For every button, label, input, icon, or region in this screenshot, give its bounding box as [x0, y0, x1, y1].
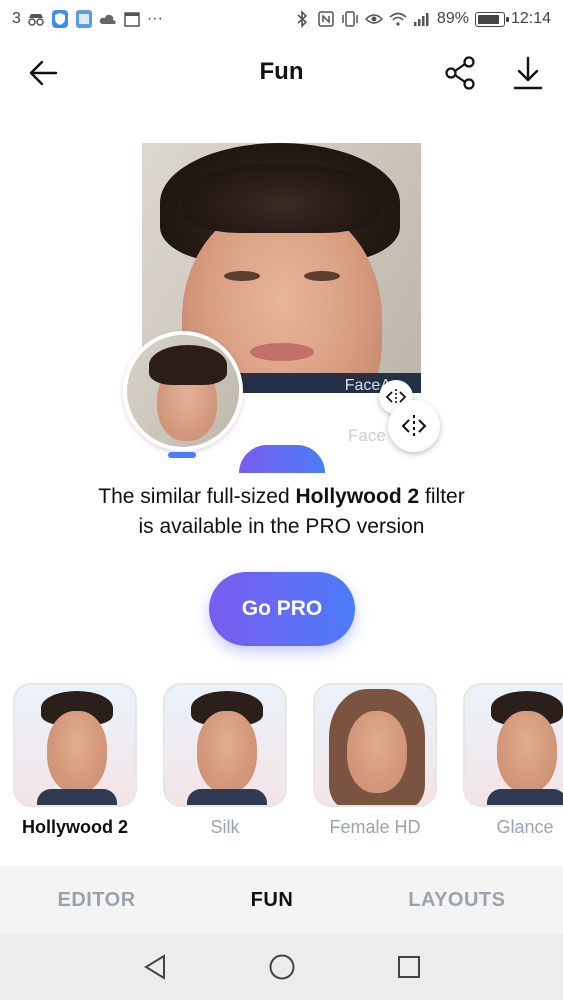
filter-item-hollywood-2[interactable]: Hollywood 2: [11, 683, 139, 838]
more-notifications-indicator: ···: [146, 10, 163, 27]
status-bar-left: 3 ···: [12, 10, 163, 28]
original-photo-thumbnail[interactable]: [123, 331, 243, 451]
gallery-app-icon: [75, 10, 93, 28]
tab-editor[interactable]: EDITOR: [57, 889, 135, 912]
watermark-label-secondary: Face: [348, 426, 386, 445]
pro-upsell-message: The similar full-sized Hollywood 2 filte…: [0, 482, 563, 542]
bluetooth-icon: [293, 10, 311, 28]
hidden-button-peek: [239, 445, 325, 473]
go-pro-button[interactable]: Go PRO: [209, 572, 355, 646]
filter-thumbnail: [463, 683, 563, 807]
filter-item-glance[interactable]: Glance: [461, 683, 563, 838]
nav-recents-button[interactable]: [393, 951, 425, 983]
calendar-app-icon: [123, 10, 141, 28]
clock: 12:14: [510, 10, 551, 27]
notification-count: 3: [12, 10, 21, 27]
tab-layouts[interactable]: LAYOUTS: [408, 889, 505, 912]
shield-app-icon: [51, 10, 69, 28]
download-icon: [513, 56, 543, 90]
eye-comfort-icon: [364, 10, 383, 28]
pro-upsell-line-1: The similar full-sized Hollywood 2 filte…: [98, 485, 465, 508]
share-button[interactable]: [439, 52, 481, 94]
nav-home-button[interactable]: [266, 951, 298, 983]
filter-label: Silk: [210, 817, 240, 837]
filter-label: Female HD: [329, 817, 421, 837]
battery-percent: 89%: [436, 10, 469, 27]
nav-back-button[interactable]: [139, 951, 171, 983]
compare-arrows-icon: [401, 415, 427, 437]
status-bar-right: 89% 12:14: [293, 10, 551, 28]
square-recents-icon: [397, 956, 420, 978]
wifi-icon: [389, 10, 407, 28]
signal-icon: [413, 10, 431, 28]
bottom-tab-bar: EDITOR FUN LAYOUTS: [0, 866, 563, 934]
filter-carousel[interactable]: Hollywood 2 Silk Female HD Glance: [0, 683, 563, 853]
tab-fun[interactable]: FUN: [251, 889, 294, 912]
pro-upsell-line-2: is available in the PRO version: [138, 515, 425, 538]
status-bar: 3 ··· 89% 12:14: [0, 0, 563, 38]
filter-item-female-hd[interactable]: Female HD: [311, 683, 439, 838]
filter-thumbnail: [313, 683, 437, 807]
circle-home-icon: [269, 954, 294, 980]
filter-thumbnail: [13, 683, 137, 807]
nfc-icon: [317, 10, 335, 28]
filter-thumbnail: [163, 683, 287, 807]
cloud-app-icon: [99, 10, 117, 28]
triangle-back-icon: [143, 954, 165, 980]
download-button[interactable]: [507, 52, 549, 94]
filter-item-silk[interactable]: Silk: [161, 683, 289, 838]
filter-label: Hollywood 2: [21, 817, 128, 837]
compare-slider-handle[interactable]: [388, 400, 440, 452]
incognito-icon: [27, 10, 45, 28]
system-navigation-bar: [0, 934, 563, 1000]
hidden-button-peek-small: [168, 452, 196, 458]
vibrate-icon: [341, 10, 359, 28]
filter-name-highlight: Hollywood 2: [295, 485, 420, 508]
top-app-bar: Fun: [0, 38, 563, 108]
share-icon: [445, 56, 475, 90]
filter-label: Glance: [496, 817, 554, 837]
battery-icon: [474, 11, 509, 27]
